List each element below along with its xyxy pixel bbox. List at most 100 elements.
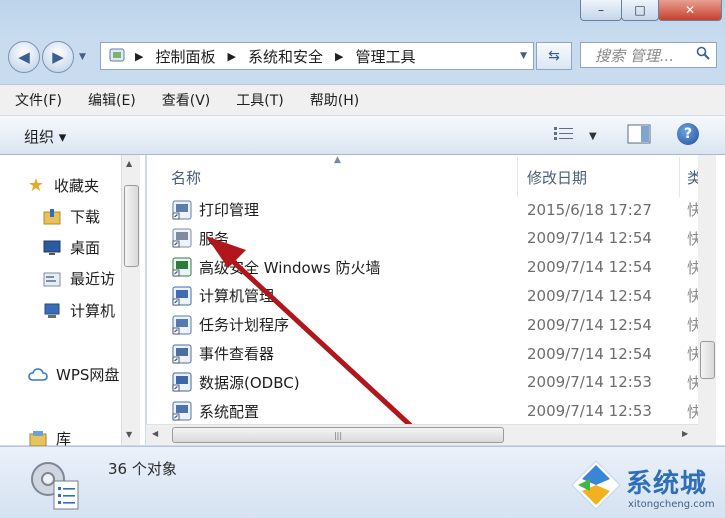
search-placeholder: 搜索 管理... bbox=[595, 46, 675, 65]
file-row[interactable]: 计算机管理 2009/7/14 12:54 快 bbox=[147, 281, 707, 310]
minimize-button[interactable]: – bbox=[580, 0, 622, 21]
breadcrumb-item-admin-tools[interactable]: 管理工具 bbox=[355, 46, 415, 67]
scroll-up-arrow[interactable]: ▲ bbox=[126, 159, 132, 168]
file-modified-date: 2015/6/18 17:27 bbox=[527, 200, 652, 219]
control-panel-icon bbox=[107, 47, 127, 65]
computer-icon bbox=[42, 302, 62, 320]
file-modified-date: 2009/7/14 12:54 bbox=[527, 258, 652, 277]
vertical-scrollbar[interactable] bbox=[698, 155, 716, 445]
scroll-down-arrow[interactable]: ▼ bbox=[126, 430, 132, 439]
view-list-icon bbox=[553, 126, 575, 146]
refresh-icon: ⇆ bbox=[548, 48, 560, 64]
breadcrumb-item-control-panel[interactable]: 控制面板 bbox=[155, 46, 215, 67]
nav-item-label: 下载 bbox=[70, 208, 101, 226]
menu-view[interactable]: 查看(V) bbox=[147, 90, 222, 110]
cloud-icon bbox=[28, 366, 48, 384]
organize-button[interactable]: 组织 ▾ bbox=[24, 126, 66, 147]
vertical-scroll-thumb[interactable] bbox=[700, 341, 715, 379]
help-icon: ? bbox=[683, 126, 693, 142]
recent-places-icon bbox=[42, 270, 62, 288]
file-name: 打印管理 bbox=[199, 201, 260, 219]
desktop-icon bbox=[42, 239, 62, 257]
refresh-button[interactable]: ⇆ bbox=[536, 42, 572, 70]
status-bar: 36 个对象 系统城 xitongcheng.com bbox=[0, 446, 725, 518]
view-options-button[interactable]: ▼ bbox=[553, 126, 597, 146]
file-name: 系统配置 bbox=[199, 402, 260, 421]
file-modified-date: 2009/7/14 12:54 bbox=[527, 344, 652, 363]
menu-tools[interactable]: 工具(T) bbox=[221, 90, 294, 110]
menu-help[interactable]: 帮助(H) bbox=[295, 90, 370, 110]
file-name: 高级安全 Windows 防火墙 bbox=[199, 258, 381, 277]
help-button[interactable]: ? bbox=[677, 123, 699, 145]
nav-item-recent-places[interactable]: 最近访 bbox=[42, 268, 115, 289]
address-dropdown-arrow[interactable]: ▼ bbox=[520, 51, 527, 61]
file-row[interactable]: 数据源(ODBC) 2009/7/14 12:53 快 bbox=[147, 368, 707, 397]
view-dropdown-arrow: ▼ bbox=[589, 130, 597, 142]
scroll-left-arrow[interactable]: ◀ bbox=[152, 429, 158, 438]
shortcut-icon bbox=[171, 400, 193, 422]
menu-bar: 文件(F) 编辑(E) 查看(V) 工具(T) 帮助(H) bbox=[0, 84, 725, 116]
breadcrumb-separator[interactable]: ▶ bbox=[135, 50, 143, 63]
shortcut-icon bbox=[171, 199, 193, 221]
column-header-name[interactable]: 名称 bbox=[171, 167, 201, 188]
file-name: 计算机管理 bbox=[199, 287, 275, 306]
file-name: 服务 bbox=[199, 229, 230, 248]
sort-ascending-icon: ▲ bbox=[334, 155, 341, 165]
nav-item-label: WPS网盘 bbox=[56, 366, 120, 384]
preview-pane-icon bbox=[627, 124, 651, 148]
library-icon bbox=[28, 430, 48, 448]
file-row[interactable]: 任务计划程序 2009/7/14 12:54 快 bbox=[147, 310, 707, 339]
download-folder-icon bbox=[42, 208, 62, 226]
file-row[interactable]: 服务 2009/7/14 12:54 快 bbox=[147, 224, 707, 253]
column-divider[interactable] bbox=[679, 157, 680, 197]
file-row[interactable]: 高级安全 Windows 防火墙 2009/7/14 12:54 快 bbox=[147, 253, 707, 282]
preview-pane-button[interactable] bbox=[627, 124, 651, 148]
command-toolbar: 组织 ▾ ▼ ? bbox=[0, 116, 725, 155]
nav-item-label: 桌面 bbox=[70, 239, 101, 257]
title-bar: – □ ✕ bbox=[0, 0, 725, 38]
item-count: 36 个对象 bbox=[108, 460, 177, 478]
shortcut-icon bbox=[171, 343, 193, 365]
nav-item-wps-cloud[interactable]: WPS网盘 bbox=[28, 364, 119, 385]
shortcut-icon bbox=[171, 371, 193, 393]
column-divider[interactable] bbox=[517, 157, 518, 197]
horizontal-scrollbar[interactable]: ◀ ||| ▶ bbox=[146, 424, 698, 445]
nav-item-desktop[interactable]: 桌面 bbox=[42, 237, 100, 258]
forward-button[interactable]: ▶ bbox=[42, 41, 74, 73]
admin-tools-folder-icon bbox=[24, 455, 84, 517]
nav-item-computer[interactable]: 计算机 bbox=[42, 300, 115, 321]
menu-file[interactable]: 文件(F) bbox=[0, 90, 73, 110]
file-name: 数据源(ODBC) bbox=[199, 373, 300, 392]
scroll-thumb[interactable] bbox=[124, 185, 139, 267]
file-row[interactable]: 系统配置 2009/7/14 12:53 快 bbox=[147, 397, 707, 426]
horizontal-scroll-thumb[interactable]: ||| bbox=[172, 427, 504, 443]
breadcrumb-separator[interactable]: ▶ bbox=[335, 50, 343, 63]
shortcut-icon bbox=[171, 314, 193, 336]
column-header-date[interactable]: 修改日期 bbox=[527, 167, 587, 188]
breadcrumb-item-system-security[interactable]: 系统和安全 bbox=[248, 46, 323, 67]
file-row[interactable]: 打印管理 2015/6/18 17:27 快 bbox=[147, 195, 707, 224]
watermark-url: xitongcheng.com bbox=[628, 499, 715, 510]
file-list-pane: ▲ 名称 修改日期 类 打印管理 2015/6/18 17:27 快服务 2009/7… bbox=[146, 155, 725, 445]
shortcut-icon bbox=[171, 285, 193, 307]
file-row[interactable]: 事件查看器 2009/7/14 12:54 快 bbox=[147, 339, 707, 368]
file-modified-date: 2009/7/14 12:54 bbox=[527, 315, 652, 334]
breadcrumb-separator[interactable]: ▶ bbox=[227, 50, 235, 63]
search-input[interactable]: 搜索 管理... bbox=[580, 42, 717, 68]
recent-pages-dropdown[interactable]: ▼ bbox=[79, 52, 86, 62]
file-modified-date: 2009/7/14 12:53 bbox=[527, 373, 652, 392]
close-button[interactable]: ✕ bbox=[658, 0, 722, 21]
back-arrow-icon: ◀ bbox=[18, 48, 30, 66]
navigation-scrollbar[interactable]: ▲ ▼ bbox=[121, 155, 140, 445]
nav-item-downloads[interactable]: 下载 bbox=[42, 206, 100, 227]
maximize-button[interactable]: □ bbox=[621, 0, 659, 21]
back-button[interactable]: ◀ bbox=[8, 41, 40, 73]
file-name: 事件查看器 bbox=[199, 345, 275, 363]
search-icon bbox=[696, 46, 710, 64]
file-modified-date: 2009/7/14 12:54 bbox=[527, 286, 652, 305]
nav-item-favorites[interactable]: ★ 收藏夹 bbox=[26, 175, 99, 196]
menu-edit[interactable]: 编辑(E) bbox=[73, 90, 147, 110]
address-bar[interactable]: ▶ 控制面板 ▶ 系统和安全 ▶ 管理工具 ▼ bbox=[100, 42, 534, 70]
nav-item-label: 收藏夹 bbox=[54, 177, 100, 195]
scroll-right-arrow[interactable]: ▶ bbox=[682, 429, 688, 438]
